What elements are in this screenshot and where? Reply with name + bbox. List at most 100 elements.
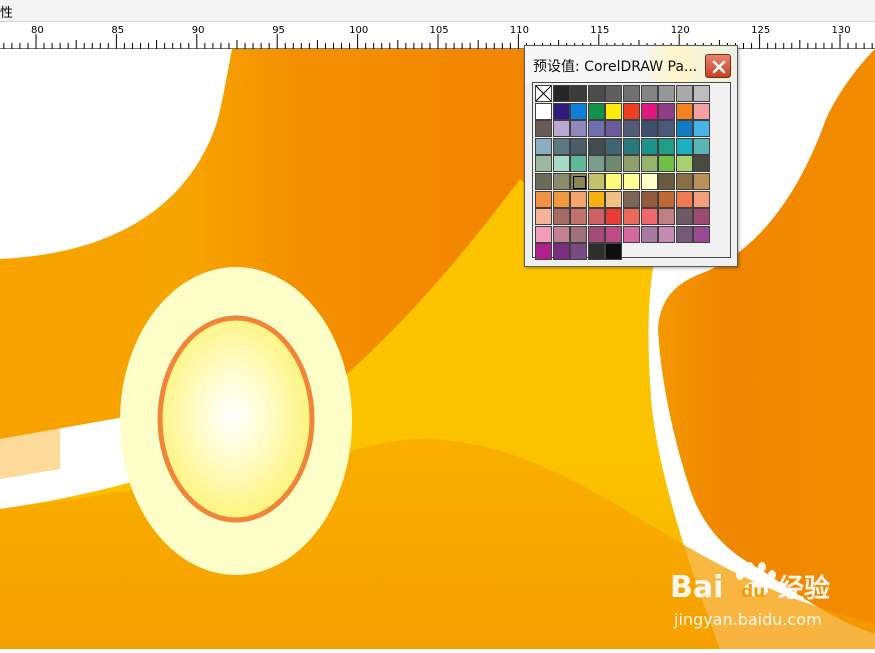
color-swatch[interactable] [605,208,623,226]
color-swatch[interactable] [658,173,676,190]
color-swatch[interactable] [640,190,658,208]
color-swatch[interactable] [552,137,570,155]
color-swatch-selected[interactable] [570,173,588,190]
color-swatch[interactable] [675,120,693,138]
color-swatch[interactable] [640,102,658,120]
ruler-label: 80 [31,25,44,36]
color-swatch[interactable] [623,225,640,243]
color-swatch[interactable] [535,155,552,173]
color-swatch[interactable] [693,120,711,138]
color-swatch[interactable] [623,120,640,138]
color-swatch[interactable] [587,190,605,208]
color-swatch[interactable] [570,85,588,102]
color-swatch[interactable] [605,225,623,243]
color-swatch[interactable] [623,102,640,120]
color-swatch[interactable] [675,173,693,190]
color-swatch[interactable] [675,155,693,173]
color-swatch[interactable] [552,208,570,226]
color-swatch[interactable] [623,208,640,226]
color-swatch[interactable] [675,85,693,102]
color-swatch[interactable] [693,85,711,102]
color-swatch[interactable] [587,243,605,261]
color-swatch[interactable] [658,85,676,102]
color-swatch[interactable] [535,173,552,190]
color-swatch[interactable] [605,190,623,208]
color-swatch[interactable] [623,190,640,208]
color-swatch[interactable] [552,173,570,190]
color-swatch[interactable] [675,137,693,155]
color-swatch[interactable] [552,85,570,102]
color-swatch[interactable] [587,120,605,138]
color-swatch[interactable] [693,173,711,190]
color-swatch[interactable] [658,208,676,226]
color-swatch[interactable] [587,85,605,102]
color-swatch[interactable] [535,208,552,226]
color-swatch[interactable] [693,137,711,155]
color-swatch[interactable] [623,137,640,155]
color-swatch[interactable] [658,120,676,138]
palette-titlebar[interactable]: 预设值: CorelDRAW Pa... [525,46,737,83]
color-palette-window[interactable]: 预设值: CorelDRAW Pa... [524,45,738,267]
color-swatch[interactable] [535,102,552,120]
color-swatch[interactable] [535,137,552,155]
color-swatch[interactable] [552,190,570,208]
color-swatch[interactable] [587,173,605,190]
no-color-swatch[interactable] [535,85,552,102]
color-swatch[interactable] [605,137,623,155]
color-swatch[interactable] [535,120,552,138]
color-swatch[interactable] [605,173,623,190]
color-swatch[interactable] [587,155,605,173]
color-swatch[interactable] [587,225,605,243]
color-swatch[interactable] [623,85,640,102]
color-swatch[interactable] [658,155,676,173]
color-swatch[interactable] [675,208,693,226]
color-swatch[interactable] [587,137,605,155]
color-swatch[interactable] [587,208,605,226]
color-swatch[interactable] [570,208,588,226]
color-swatch[interactable] [570,190,588,208]
color-swatch[interactable] [675,102,693,120]
color-swatch[interactable] [623,173,640,190]
color-swatch[interactable] [693,225,711,243]
color-swatch[interactable] [640,120,658,138]
color-swatch[interactable] [552,120,570,138]
color-swatch[interactable] [570,102,588,120]
color-swatch[interactable] [693,190,711,208]
color-swatch[interactable] [570,137,588,155]
color-swatch[interactable] [570,225,588,243]
color-swatch[interactable] [605,120,623,138]
color-swatch[interactable] [640,155,658,173]
color-swatch[interactable] [552,102,570,120]
color-swatch[interactable] [605,85,623,102]
color-swatch[interactable] [658,137,676,155]
color-swatch[interactable] [605,102,623,120]
color-swatch[interactable] [570,243,588,261]
color-swatch[interactable] [605,243,623,261]
color-swatch[interactable] [640,173,658,190]
color-swatch[interactable] [570,155,588,173]
color-swatch[interactable] [552,225,570,243]
color-swatch[interactable] [535,225,552,243]
color-swatch[interactable] [693,155,711,173]
color-swatch[interactable] [570,120,588,138]
color-swatch[interactable] [658,225,676,243]
color-swatch[interactable] [658,190,676,208]
color-swatch[interactable] [552,243,570,261]
color-swatch[interactable] [640,137,658,155]
horizontal-ruler[interactable]: 80 85 90 95 100 105 110 115 120 125 130 [0,22,875,49]
color-swatch[interactable] [693,102,711,120]
color-swatch[interactable] [605,155,623,173]
color-swatch[interactable] [587,102,605,120]
close-button[interactable] [705,54,731,78]
color-swatch[interactable] [675,190,693,208]
color-swatch[interactable] [693,208,711,226]
color-swatch[interactable] [640,225,658,243]
color-swatch[interactable] [623,155,640,173]
color-swatch[interactable] [640,208,658,226]
color-swatch[interactable] [535,243,552,261]
color-swatch[interactable] [640,85,658,102]
color-swatch[interactable] [658,102,676,120]
color-swatch[interactable] [552,155,570,173]
color-swatch[interactable] [535,190,552,208]
color-swatch[interactable] [675,225,693,243]
